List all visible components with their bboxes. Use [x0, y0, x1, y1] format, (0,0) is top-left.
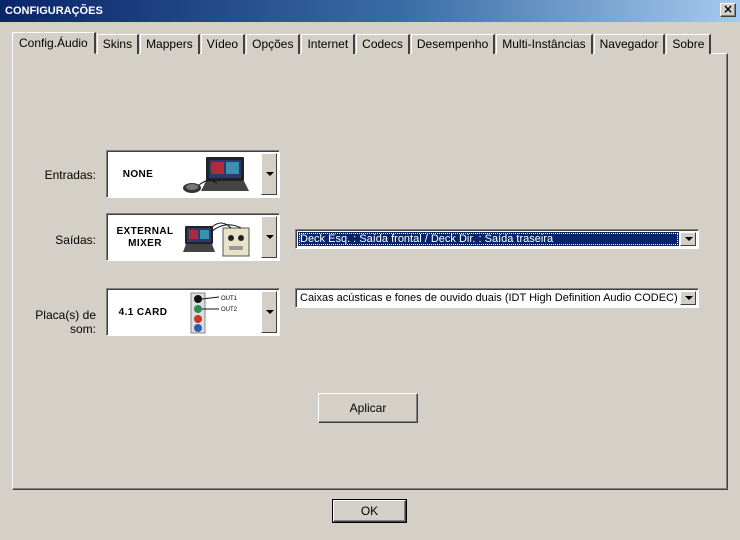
- tab-desempenho[interactable]: Desempenho: [410, 34, 496, 54]
- tab-panel-config-audio: [12, 53, 728, 490]
- tab-opcoes[interactable]: Opções: [246, 34, 301, 54]
- close-button[interactable]: ×: [720, 3, 736, 17]
- ok-button[interactable]: OK: [332, 499, 407, 523]
- tab-internet[interactable]: Internet: [301, 34, 356, 54]
- tab-config-audio[interactable]: Config.Áudio: [12, 32, 96, 54]
- tab-mappers[interactable]: Mappers: [140, 34, 200, 54]
- tab-navegador[interactable]: Navegador: [593, 34, 666, 54]
- tab-sobre[interactable]: Sobre: [666, 34, 712, 54]
- tab-multi-instancias[interactable]: Multi-Instâncias: [496, 34, 593, 54]
- tab-video[interactable]: Vídeo: [200, 34, 246, 54]
- window-title: CONFIGURAÇÕES: [5, 5, 103, 17]
- tab-skins[interactable]: Skins: [96, 34, 140, 54]
- tab-bar: Config.Áudio Skins Mappers Vídeo Opções …: [12, 32, 712, 54]
- window-titlebar: CONFIGURAÇÕES ×: [0, 0, 740, 22]
- tab-codecs[interactable]: Codecs: [356, 34, 410, 54]
